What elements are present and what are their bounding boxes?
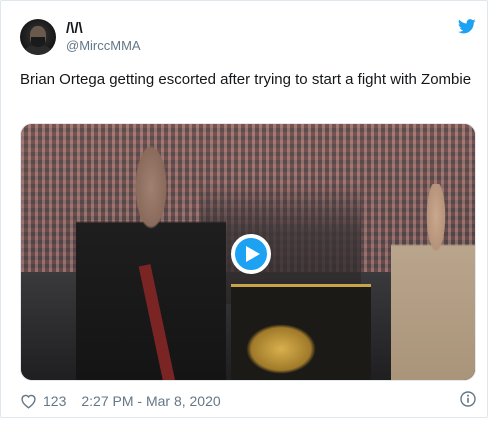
tweet-card: /\/\ @MirccMMA Brian Ortega getting esco…	[0, 0, 488, 418]
user-handle[interactable]: @MirccMMA	[66, 38, 141, 54]
info-icon	[460, 391, 476, 407]
tweet-text: Brian Ortega getting escorted after tryi…	[20, 71, 472, 88]
tweet-author[interactable]: /\/\ @MirccMMA	[20, 17, 141, 57]
author-names: /\/\ @MirccMMA	[66, 20, 141, 54]
like-button[interactable]: 123	[20, 393, 66, 409]
avatar[interactable]	[20, 19, 56, 55]
tweet-timestamp[interactable]: 2:27 PM - Mar 8, 2020	[81, 393, 220, 409]
video-player[interactable]	[20, 123, 476, 381]
heart-icon	[21, 394, 36, 409]
play-button[interactable]	[231, 234, 271, 274]
play-icon	[245, 246, 260, 262]
like-count: 123	[43, 393, 67, 409]
twitter-bird-icon[interactable]	[457, 19, 476, 34]
display-name[interactable]: /\/\	[66, 20, 141, 38]
info-button[interactable]	[460, 391, 476, 407]
tweet-footer: 123 2:27 PM - Mar 8, 2020	[20, 391, 480, 411]
